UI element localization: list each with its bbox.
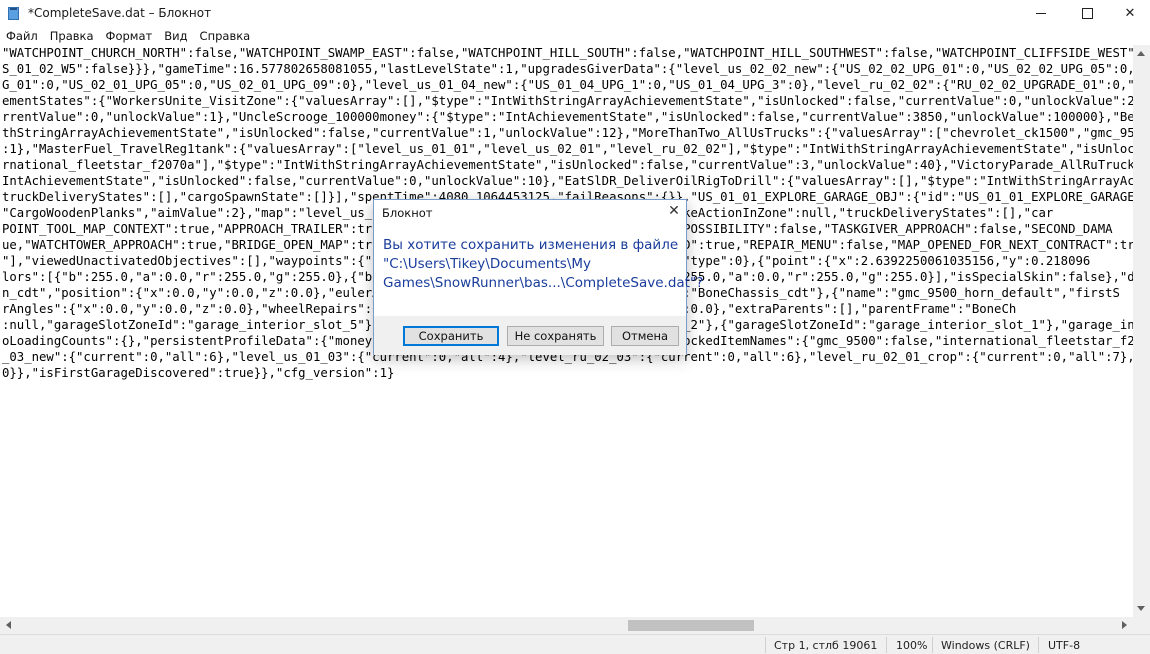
editor-line: rrentValue":0,"unlockValue":1},"UncleScr… [2, 110, 1133, 124]
status-separator [765, 637, 766, 653]
editor-line: :1},"MasterFuel_TravelReg1tank":{"values… [2, 142, 1133, 156]
editor-line: ementStates":{"WorkersUnite_VisitZone":{… [2, 94, 1133, 108]
status-cursor-position: Стр 1, стлб 19061 [774, 639, 878, 652]
maximize-icon [1081, 8, 1093, 19]
dont-save-button[interactable]: Не сохранять [507, 326, 604, 346]
editor-line: IntAchievementState","isUnlocked":false,… [2, 174, 1133, 188]
menu-format[interactable]: Формат [100, 29, 159, 43]
editor-line: "WATCHPOINT_CHURCH_NORTH":false,"WATCHPO… [2, 46, 1133, 60]
menu-help[interactable]: Справка [194, 29, 257, 43]
editor-line: thStringArrayAchievementState","isUnlock… [2, 126, 1133, 140]
dialog-button-bar: Сохранить Не сохранять Отмена [374, 316, 686, 355]
status-separator [1038, 637, 1039, 653]
horizontal-scroll-thumb[interactable] [628, 620, 754, 631]
close-window-button[interactable]: ✕ [1110, 0, 1150, 27]
minimize-icon [1036, 13, 1046, 14]
save-button[interactable]: Сохранить [403, 326, 499, 346]
scrollbar-corner [1133, 617, 1150, 634]
maximize-button[interactable] [1064, 0, 1110, 27]
status-zoom: 100% [896, 639, 928, 652]
status-encoding: UTF-8 [1048, 639, 1081, 652]
scroll-right-arrow-icon[interactable] [1122, 621, 1127, 629]
vertical-scrollbar[interactable] [1133, 45, 1150, 617]
menu-view[interactable]: Вид [158, 29, 193, 43]
scroll-up-arrow-icon[interactable] [1137, 51, 1145, 56]
editor-line: 0}},"isFirstGarageDiscovered":true}},"cf… [2, 366, 395, 380]
minimize-button[interactable] [1018, 0, 1064, 27]
editor-line: G_01":0,"US_02_01_UPG_05":0,"US_02_01_UP… [2, 78, 1133, 92]
cancel-button[interactable]: Отмена [611, 326, 679, 346]
menu-bar: Файл Правка Формат Вид Справка [0, 27, 1150, 45]
status-bar: Стр 1, стлб 19061 100% Windows (CRLF) UT… [0, 634, 1150, 654]
status-separator [932, 637, 933, 653]
editor-line: S_01_02_W5":false}}},"gameTime":16.57780… [2, 62, 1133, 76]
editor-line: rnational_fleetstar_f2070a"],"$type":"In… [2, 158, 1133, 172]
menu-file[interactable]: Файл [0, 29, 44, 43]
save-changes-dialog: Блокнот ✕ Вы хотите сохранить изменения … [373, 199, 704, 355]
notepad-app-icon [8, 7, 19, 20]
status-separator [886, 637, 887, 653]
dialog-close-icon[interactable]: ✕ [666, 203, 682, 219]
title-bar: *CompleteSave.dat – Блокнот ✕ [0, 0, 1150, 27]
scroll-left-arrow-icon[interactable] [6, 621, 11, 629]
horizontal-scrollbar[interactable] [0, 617, 1133, 634]
menu-edit[interactable]: Правка [44, 29, 100, 43]
dialog-title: Блокнот [382, 206, 433, 220]
scroll-down-arrow-icon[interactable] [1137, 606, 1145, 611]
window-title: *CompleteSave.dat – Блокнот [28, 6, 212, 20]
dialog-message: Вы хотите сохранить изменения в файле "C… [383, 237, 704, 291]
status-line-ending: Windows (CRLF) [941, 639, 1030, 652]
close-icon: ✕ [1124, 6, 1136, 21]
